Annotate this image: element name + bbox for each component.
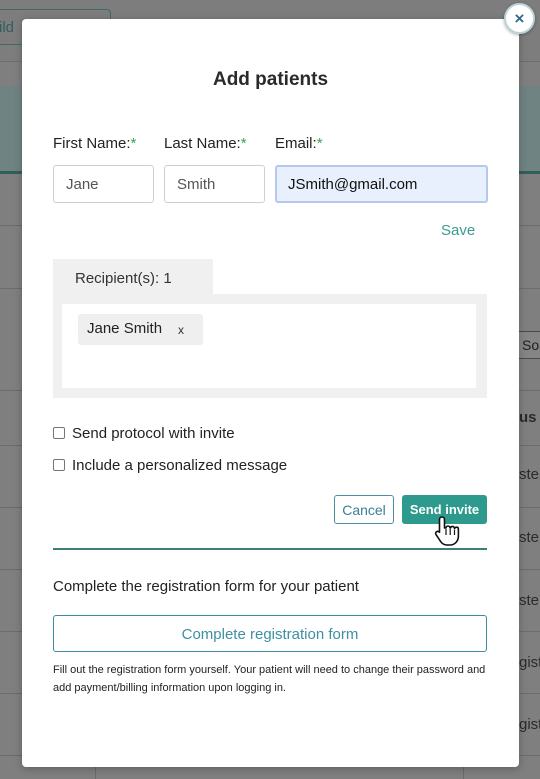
recipient-name: Jane Smith <box>87 320 163 337</box>
first-name-input[interactable]: Jane <box>53 165 154 203</box>
background-cell: gist <box>519 654 540 671</box>
registration-note: Fill out the registration form yourself.… <box>53 664 486 694</box>
send-protocol-label: Send protocol with invite <box>72 425 235 442</box>
required-marker: * <box>316 135 323 152</box>
send-protocol-checkbox[interactable] <box>53 427 65 439</box>
required-marker: * <box>240 135 247 152</box>
background-cell: gist <box>519 716 540 733</box>
background-cell: ste <box>519 529 540 546</box>
required-marker: * <box>130 135 137 152</box>
background-column-header: us <box>519 409 537 426</box>
last-name-label-text: Last Name: <box>164 135 241 152</box>
email-label-text: Email: <box>275 135 317 152</box>
last-name-input[interactable]: Smith <box>164 165 265 203</box>
send-protocol-option[interactable]: Send protocol with invite <box>53 425 235 442</box>
cancel-button[interactable]: Cancel <box>334 495 394 524</box>
add-patients-modal: Add patients First Name:* Last Name:* Em… <box>22 19 519 767</box>
first-name-label: First Name:* <box>53 135 136 152</box>
save-link[interactable]: Save <box>441 222 475 239</box>
modal-title: Add patients <box>212 69 329 90</box>
recipients-list: Jane Smith x <box>62 304 476 388</box>
first-name-label-text: First Name: <box>53 135 131 152</box>
background-cell: ste <box>519 592 540 609</box>
section-divider <box>53 548 487 550</box>
personal-message-option[interactable]: Include a personalized message <box>53 457 287 474</box>
close-icon[interactable]: × <box>504 3 535 34</box>
personal-message-checkbox[interactable] <box>53 459 65 471</box>
registration-heading: Complete the registration form for your … <box>53 578 359 595</box>
recipients-tab: Recipient(s): 1 <box>53 259 213 295</box>
email-label: Email:* <box>275 135 323 152</box>
hand-pointer-icon <box>434 516 460 546</box>
background-cell: ste <box>519 466 540 483</box>
last-name-label: Last Name:* <box>164 135 247 152</box>
email-input[interactable]: JSmith@gmail.com <box>275 165 488 203</box>
personal-message-label: Include a personalized message <box>72 457 288 474</box>
recipients-panel: Jane Smith x <box>53 294 487 398</box>
recipient-chip: Jane Smith x <box>78 314 203 345</box>
remove-recipient-icon[interactable]: x <box>178 323 184 337</box>
complete-registration-button[interactable]: Complete registration form <box>53 615 487 652</box>
